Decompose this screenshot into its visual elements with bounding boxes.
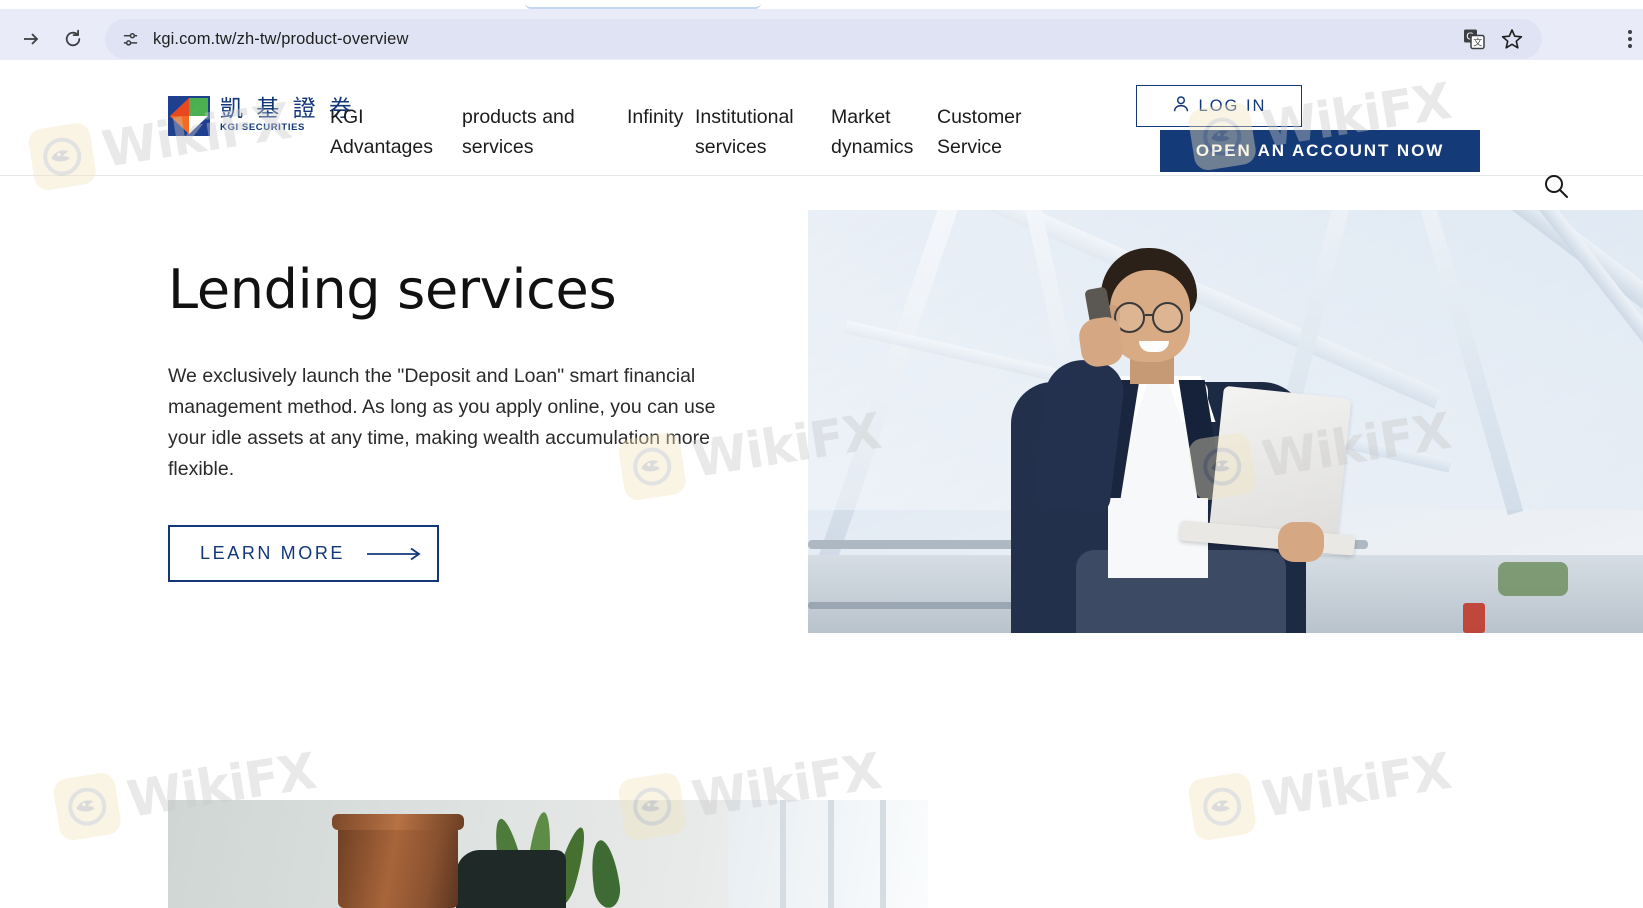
nav-item-market-dynamics[interactable]: Market dynamics (831, 102, 937, 162)
main-navigation: KGI Advantages products and services Inf… (330, 102, 1130, 162)
hero-copy: Lending services We exclusively launch t… (168, 258, 768, 582)
tune-icon[interactable] (115, 24, 145, 54)
learn-more-button[interactable]: LEARN MORE (168, 525, 439, 582)
url-text[interactable]: kgi.com.tw/zh-tw/product-overview (153, 30, 1458, 49)
svg-text:文: 文 (1473, 37, 1482, 49)
browser-chrome: kgi.com.tw/zh-tw/product-overview G 文 (0, 0, 1643, 60)
arrow-right-icon (24, 33, 39, 45)
nav-item-infinity[interactable]: Infinity (627, 102, 695, 132)
hero-section: Lending services We exclusively launch t… (0, 177, 1643, 737)
nav-item-products-and-services[interactable]: products and services (462, 102, 627, 162)
open-account-label: OPEN AN ACCOUNT NOW (1195, 141, 1445, 160)
brand-logo[interactable]: 凱 基 證 券 KGI SECURITIES (168, 96, 355, 136)
nav-item-customer-service[interactable]: Customer Service (937, 102, 1047, 162)
section-image (168, 800, 928, 908)
learn-more-label: LEARN MORE (200, 543, 346, 563)
second-section (0, 737, 1643, 908)
hero-description: We exclusively launch the "Deposit and L… (168, 365, 716, 480)
hero-figure (808, 210, 1643, 633)
address-bar[interactable]: kgi.com.tw/zh-tw/product-overview G 文 (105, 19, 1542, 59)
star-icon[interactable] (1496, 23, 1528, 55)
kebab-menu-icon[interactable] (1615, 22, 1643, 56)
tab-strip (0, 0, 1643, 9)
hero-image (808, 210, 1643, 633)
translate-icon[interactable]: G 文 (1458, 23, 1490, 55)
page-root: Lending services We exclusively launch t… (0, 0, 1643, 908)
login-button[interactable]: LOG IN (1136, 85, 1302, 127)
user-icon (1172, 95, 1190, 118)
forward-button[interactable] (14, 22, 48, 56)
reload-button[interactable] (56, 22, 90, 56)
nav-item-institutional-services[interactable]: Institutional services (695, 102, 831, 162)
browser-toolbar: kgi.com.tw/zh-tw/product-overview G 文 (0, 9, 1643, 60)
kgi-diamond-logo (168, 96, 210, 136)
open-account-button[interactable]: OPEN AN ACCOUNT NOW (1160, 130, 1480, 172)
search-icon[interactable] (1538, 168, 1574, 204)
login-label: LOG IN (1198, 96, 1267, 115)
arrow-right-long-icon (367, 547, 425, 561)
page-title: Lending services (168, 258, 617, 321)
site-header: 凱 基 證 券 KGI SECURITIES KGI Advantages pr… (0, 60, 1643, 198)
reload-icon (65, 29, 81, 47)
nav-item-kgi-advantages[interactable]: KGI Advantages (330, 102, 462, 162)
active-tab[interactable] (525, 0, 761, 9)
